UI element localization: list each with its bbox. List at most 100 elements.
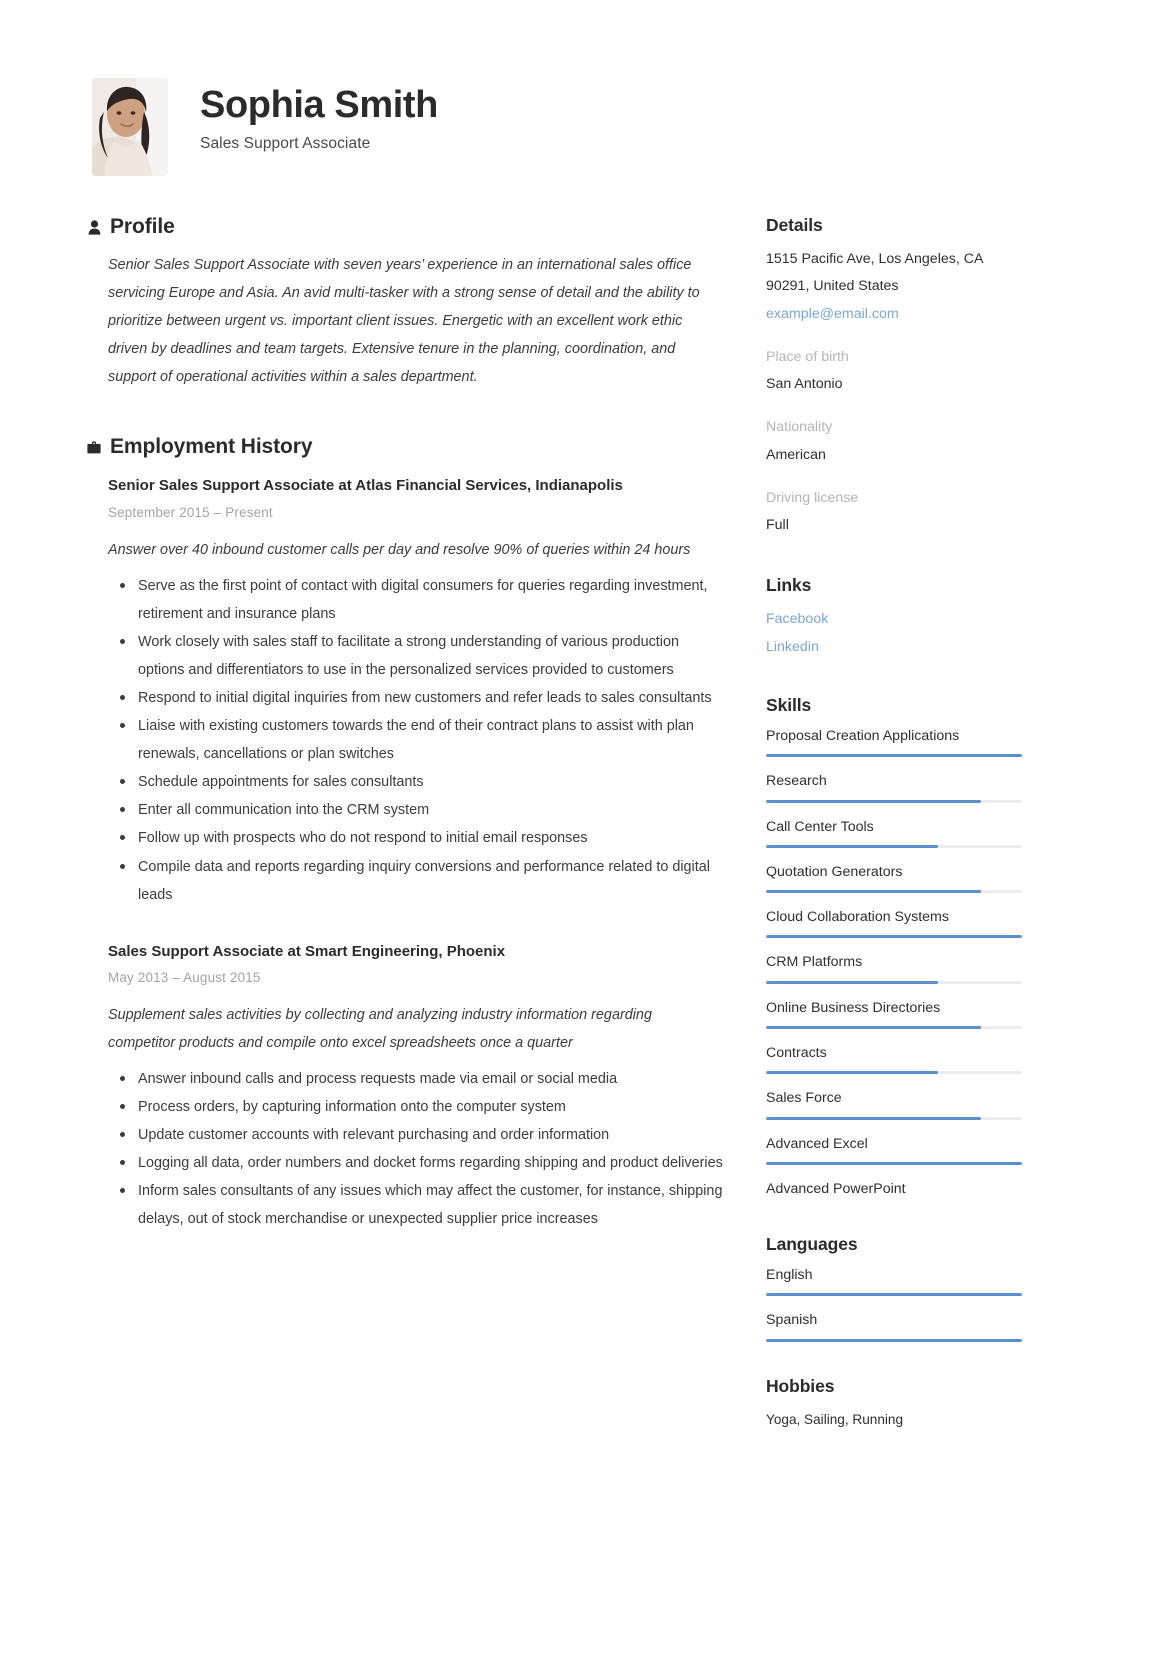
links-section: Links Facebook Linkedin (766, 575, 1024, 661)
language-level-bar (766, 1338, 1022, 1342)
address-line-1: 1515 Pacific Ave, Los Angeles, CA (766, 251, 984, 267)
skill-item: Research (766, 771, 1024, 803)
skill-level-bar (766, 844, 1022, 848)
skill-level-bar (766, 1161, 1022, 1165)
skill-name: Sales Force (766, 1090, 842, 1107)
details-section-title: Details (766, 215, 823, 235)
skill-name: Call Center Tools (766, 818, 874, 835)
detail-label-driving-license: Driving license (766, 489, 859, 506)
skill-level-fill (766, 844, 938, 848)
job-bullet: Logging all data, order numbers and dock… (120, 1149, 728, 1177)
profile-section: Profile Senior Sales Support Associate w… (88, 215, 732, 391)
email-link[interactable]: example@email.com (766, 301, 1024, 328)
skill-item: Proposal Creation Applications (766, 726, 1024, 758)
job-bullet: Schedule appointments for sales consulta… (120, 768, 728, 796)
job-bullet: Compile data and reports regarding inqui… (120, 853, 728, 909)
skill-name: Advanced Excel (766, 1135, 868, 1152)
skill-item: CRM Platforms (766, 952, 1024, 984)
job-bullet: Inform sales consultants of any issues w… (120, 1177, 728, 1233)
skill-name: Research (766, 773, 827, 790)
language-name: Spanish (766, 1312, 818, 1329)
employment-section-header: Employment History (87, 435, 732, 459)
language-level-bar (766, 1293, 1022, 1297)
hobbies-text: Yoga, Sailing, Running (766, 1411, 904, 1427)
skill-name: Advanced PowerPoint (766, 1180, 906, 1197)
profile-text: Senior Sales Support Associate with seve… (108, 257, 700, 386)
skill-item: Online Business Directories (766, 998, 1024, 1029)
skill-level-fill (766, 1026, 982, 1029)
skills-section: Skills Proposal Creation Applications Res… (766, 695, 1024, 1200)
language-item: Spanish (766, 1310, 1024, 1342)
profile-section-header: Profile (88, 215, 732, 239)
language-level-fill (766, 1338, 1022, 1342)
skill-item: Sales Force (766, 1088, 1024, 1120)
hobbies-section-title: Hobbies (766, 1375, 835, 1396)
detail-value-place-of-birth: San Antonio (766, 376, 843, 393)
skill-item: Call Center Tools (766, 817, 1024, 848)
link-linkedin[interactable]: Linkedin (766, 634, 1024, 661)
entry-spacer (92, 909, 732, 937)
skill-level-bar (766, 1116, 1022, 1120)
job-heading: Sales Support Associate at Smart Enginee… (108, 942, 506, 960)
detail-value-nationality: American (766, 446, 826, 463)
skill-level-fill (766, 890, 982, 894)
link-facebook[interactable]: Facebook (766, 606, 1024, 633)
languages-section-title: Languages (766, 1234, 858, 1255)
skill-name: Online Business Directories (766, 999, 941, 1016)
job-bullet: Respond to initial digital inquiries fro… (120, 684, 728, 712)
skill-level-fill (766, 1161, 1022, 1165)
skill-item: Contracts (766, 1043, 1024, 1075)
skill-level-bar (766, 935, 1022, 939)
resume-page: Sophia Smith Sales Support Associate Pro… (0, 0, 1170, 1655)
skill-name: Contracts (766, 1045, 827, 1061)
skill-level-bar (766, 754, 1022, 758)
job-bullet: Follow up with prospects who do not resp… (120, 824, 728, 852)
skill-level-bar (766, 799, 1022, 803)
detail-label-nationality: Nationality (766, 419, 833, 436)
main-column: Profile Senior Sales Support Associate w… (87, 215, 732, 1234)
skill-level-fill (766, 1116, 982, 1120)
job-bullet: Liaise with existing customers towards t… (120, 712, 728, 768)
hobbies-section: Hobbies Yoga, Sailing, Running (766, 1376, 1024, 1433)
job-bullet: Answer inbound calls and process request… (120, 1065, 728, 1093)
job-bullet: Work closely with sales staff to facilit… (120, 628, 728, 684)
employment-section-title: Employment History (110, 435, 313, 459)
skills-list: Proposal Creation Applications Research Ca… (766, 726, 1024, 1200)
employment-entry: Senior Sales Support Associate at Atlas … (108, 471, 732, 908)
job-dates: September 2015 – Present (108, 504, 273, 520)
languages-list: English Spanish (766, 1265, 1024, 1342)
skill-item: Advanced PowerPoint (766, 1179, 1024, 1200)
skills-section-title: Skills (766, 694, 812, 715)
resume-header: Sophia Smith Sales Support Associate (92, 78, 1072, 176)
job-bullet: Update customer accounts with relevant p… (120, 1121, 728, 1149)
employment-entry: Sales Support Associate at Smart Enginee… (108, 937, 732, 1234)
language-item: English (766, 1265, 1024, 1297)
language-level-fill (766, 1293, 1022, 1297)
skill-name: Proposal Creation Applications (766, 727, 960, 744)
languages-section: Languages English Spanish (766, 1234, 1024, 1342)
skill-item: Advanced Excel (766, 1134, 1024, 1165)
job-bullet-list: Serve as the first point of contact with… (108, 572, 728, 909)
details-section: Details 1515 Pacific Ave, Los Angeles, C… (766, 215, 1024, 539)
job-description: Supplement sales activities by collectin… (108, 1006, 652, 1051)
name-block: Sophia Smith Sales Support Associate (200, 78, 438, 153)
job-bullet: Process orders, by capturing information… (120, 1093, 728, 1121)
skill-level-fill (766, 935, 1022, 939)
skill-item: Cloud Collaboration Systems (766, 907, 1024, 939)
detail-label-place-of-birth: Place of birth (766, 348, 849, 365)
profile-section-title: Profile (110, 215, 175, 238)
sidebar: Details 1515 Pacific Ave, Los Angeles, C… (766, 215, 1024, 1433)
skill-level-bar (766, 980, 1022, 984)
detail-value-driving-license: Full (766, 517, 789, 534)
language-name: English (766, 1267, 813, 1284)
skill-level-bar (766, 890, 1022, 894)
candidate-name: Sophia Smith (200, 84, 438, 126)
skill-name: Quotation Generators (766, 863, 903, 880)
job-bullet: Serve as the first point of contact with… (120, 572, 728, 628)
briefcase-icon (84, 441, 104, 454)
candidate-job-title: Sales Support Associate (200, 134, 371, 152)
employment-section: Employment History Senior Sales Support … (87, 435, 732, 1234)
job-bullet: Enter all communication into the CRM sys… (120, 796, 728, 824)
address-line-2: 90291, United States (766, 278, 899, 295)
skill-level-fill (766, 754, 1022, 758)
